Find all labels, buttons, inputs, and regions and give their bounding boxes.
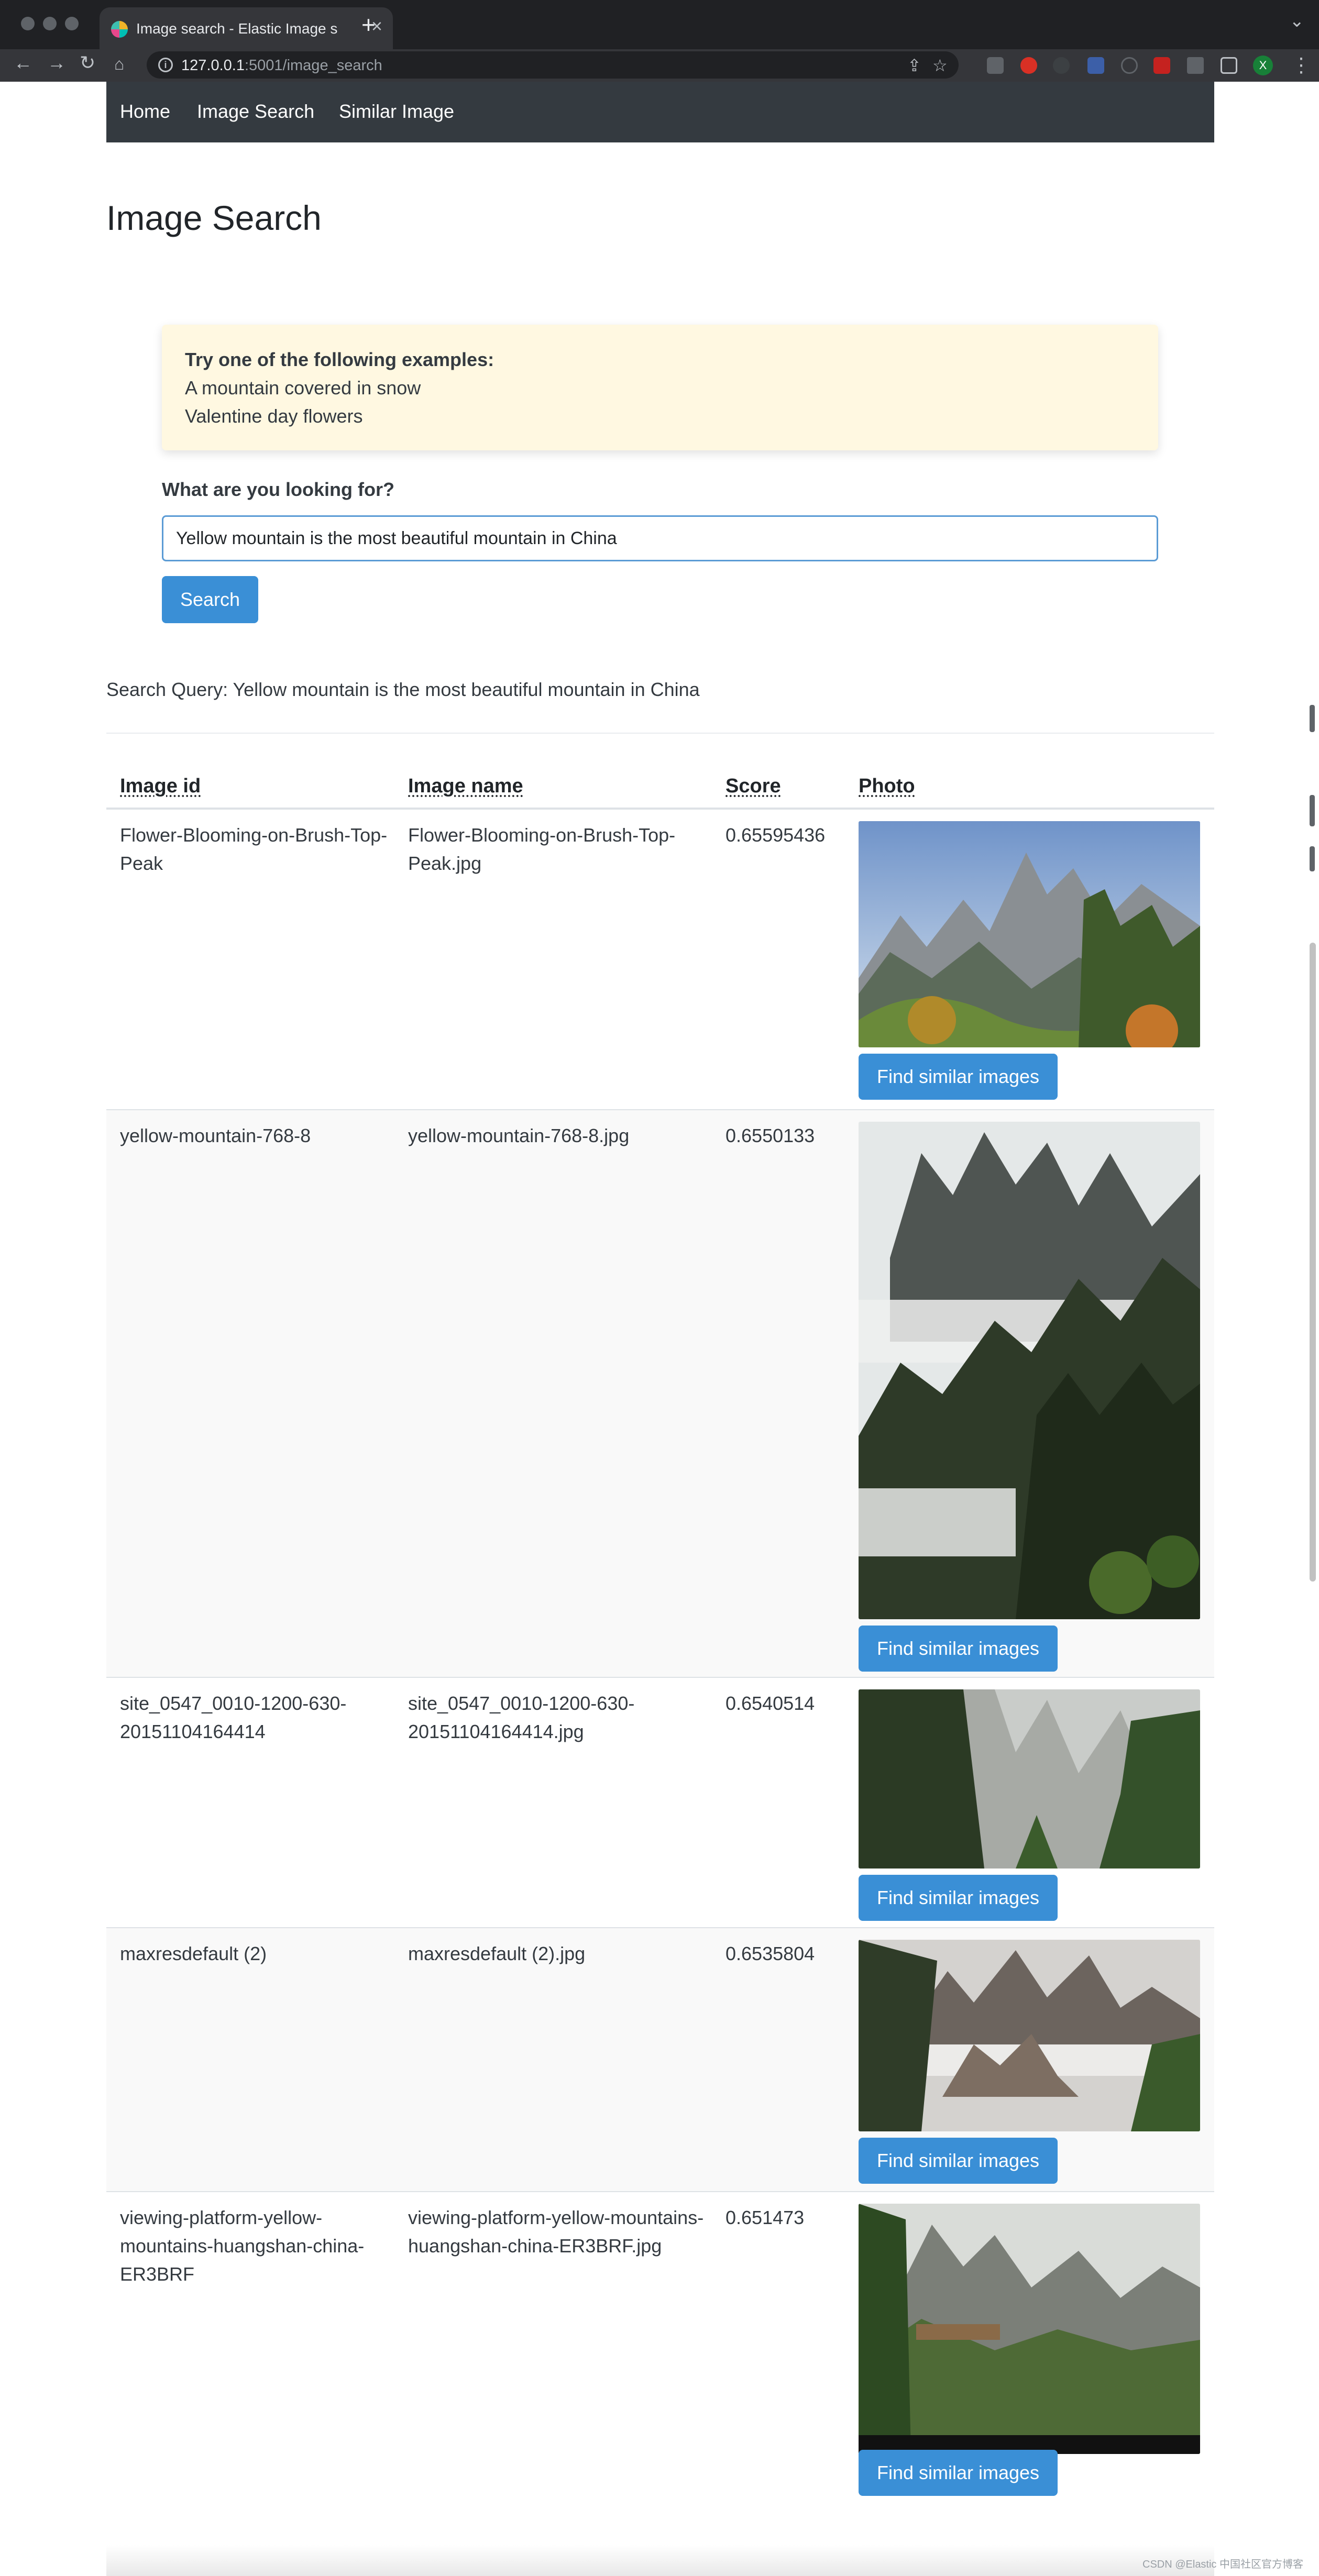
result-photo[interactable] — [859, 2204, 1200, 2454]
bottom-fade — [106, 2545, 1214, 2576]
result-photo[interactable] — [859, 1122, 1200, 1619]
table-row: yellow-mountain-768-8 yellow-mountain-76… — [106, 1110, 1214, 1678]
page-title: Image Search — [106, 198, 322, 237]
find-similar-images-button[interactable]: Find similar images — [859, 2138, 1058, 2184]
window-minimize-dot[interactable] — [43, 17, 57, 30]
extension-dots-icon[interactable] — [1087, 57, 1104, 74]
results-table: Image id Image name Score Photo Flower-B… — [106, 761, 1214, 2517]
forward-icon[interactable]: → — [47, 53, 66, 72]
watermark-text: CSDN @Elastic 中国社区官方博客 — [1142, 2559, 1303, 2570]
image-name: maxresdefault (2).jpg — [408, 1943, 586, 1964]
web-page: Home Image Search Similar Image Image Se… — [0, 82, 1319, 2576]
address-bar[interactable]: i 127.0.0.1:5001/image_search ⇪ ☆ — [147, 51, 959, 79]
find-similar-images-button[interactable]: Find similar images — [859, 1626, 1058, 1672]
home-icon[interactable]: ⌂ — [114, 56, 124, 72]
table-header: Image id Image name Score Photo — [106, 761, 1214, 810]
image-id: site_0547_0010-1200-630-20151104164414 — [120, 1693, 347, 1742]
image-id: yellow-mountain-768-8 — [120, 1125, 311, 1146]
tab-title: Image search - Elastic Image s — [136, 20, 338, 37]
search-button[interactable]: Search — [162, 576, 258, 623]
find-similar-images-button[interactable]: Find similar images — [859, 1054, 1058, 1100]
share-icon[interactable]: ⇪ — [907, 56, 921, 75]
url-host: 127.0.0.1 — [181, 57, 245, 74]
image-name: viewing-platform-yellow-mountains-huangs… — [408, 2207, 704, 2257]
extensions-puzzle-icon[interactable] — [1187, 57, 1204, 74]
nav-similar-image[interactable]: Similar Image — [339, 101, 454, 123]
scroll-marker — [1310, 795, 1315, 826]
search-query-text: Search Query: Yellow mountain is the mos… — [106, 679, 700, 700]
result-photo[interactable] — [859, 1940, 1200, 2131]
image-score: 0.651473 — [726, 2207, 805, 2228]
browser-chrome: Image search - Elastic Image s × + ⌄ ← →… — [0, 0, 1319, 82]
reload-icon[interactable]: ↻ — [80, 53, 95, 72]
side-panel-icon[interactable] — [1221, 57, 1237, 74]
table-row: site_0547_0010-1200-630-20151104164414 s… — [106, 1678, 1214, 1928]
scroll-marker — [1310, 705, 1315, 732]
image-name: Flower-Blooming-on-Brush-Top-Peak.jpg — [408, 824, 676, 874]
example-item: A mountain covered in snow — [185, 377, 421, 399]
elastic-favicon-icon — [111, 21, 128, 38]
image-id: maxresdefault (2) — [120, 1943, 267, 1964]
extension-clock-icon[interactable] — [1121, 57, 1138, 74]
image-score: 0.65595436 — [726, 824, 826, 846]
image-score: 0.6550133 — [726, 1125, 815, 1146]
header-image-id: Image id — [120, 775, 201, 797]
examples-box: Try one of the following examples: A mou… — [162, 325, 1158, 450]
browser-menu-icon[interactable]: ⋮ — [1291, 53, 1311, 77]
extension-icon[interactable] — [987, 57, 1004, 74]
nav-image-search[interactable]: Image Search — [197, 101, 314, 123]
header-score: Score — [726, 775, 781, 797]
table-row: maxresdefault (2) maxresdefault (2).jpg … — [106, 1928, 1214, 2192]
profile-avatar[interactable]: X — [1253, 56, 1273, 75]
extension-dark-icon[interactable] — [1053, 57, 1070, 74]
new-tab-icon[interactable]: + — [361, 13, 376, 37]
nav-home[interactable]: Home — [120, 101, 170, 123]
table-row: Flower-Blooming-on-Brush-Top-Peak Flower… — [106, 810, 1214, 1110]
examples-title: Try one of the following examples: — [185, 349, 494, 370]
extension-red-square-icon[interactable] — [1153, 57, 1170, 74]
find-similar-images-button[interactable]: Find similar images — [859, 2450, 1058, 2496]
top-navbar: Home Image Search Similar Image — [106, 82, 1214, 142]
find-similar-images-button[interactable]: Find similar images — [859, 1875, 1058, 1921]
bookmark-star-icon[interactable]: ☆ — [932, 56, 948, 75]
extension-red-icon[interactable] — [1020, 57, 1037, 74]
browser-toolbar: ← → ↻ ⌂ i 127.0.0.1:5001/image_search ⇪ … — [0, 49, 1319, 82]
url-path: :5001/image_search — [244, 57, 382, 74]
browser-tab[interactable]: Image search - Elastic Image s × — [100, 7, 393, 49]
window-zoom-dot[interactable] — [65, 17, 79, 30]
image-name: site_0547_0010-1200-630-20151104164414.j… — [408, 1693, 635, 1742]
tab-search-icon[interactable]: ⌄ — [1290, 10, 1305, 31]
search-input[interactable] — [162, 515, 1158, 561]
tab-strip: Image search - Elastic Image s × + ⌄ — [0, 0, 1319, 49]
url-text: 127.0.0.1:5001/image_search — [181, 57, 382, 74]
scrollbar-thumb[interactable] — [1310, 943, 1316, 1582]
image-score: 0.6535804 — [726, 1943, 815, 1964]
image-id: Flower-Blooming-on-Brush-Top-Peak — [120, 824, 388, 874]
header-image-name: Image name — [408, 775, 523, 797]
image-score: 0.6540514 — [726, 1693, 815, 1714]
image-id: viewing-platform-yellow-mountains-huangs… — [120, 2207, 365, 2285]
example-item: Valentine day flowers — [185, 405, 363, 427]
result-photo[interactable] — [859, 821, 1200, 1047]
scroll-marker — [1310, 846, 1315, 871]
header-photo: Photo — [859, 775, 915, 797]
divider — [106, 733, 1214, 734]
window-close-dot[interactable] — [21, 17, 35, 30]
site-info-icon[interactable]: i — [158, 58, 173, 72]
table-row: viewing-platform-yellow-mountains-huangs… — [106, 2192, 1214, 2517]
image-name: yellow-mountain-768-8.jpg — [408, 1125, 630, 1146]
result-photo[interactable] — [859, 1689, 1200, 1869]
search-label: What are you looking for? — [162, 479, 395, 500]
back-icon[interactable]: ← — [14, 53, 32, 72]
